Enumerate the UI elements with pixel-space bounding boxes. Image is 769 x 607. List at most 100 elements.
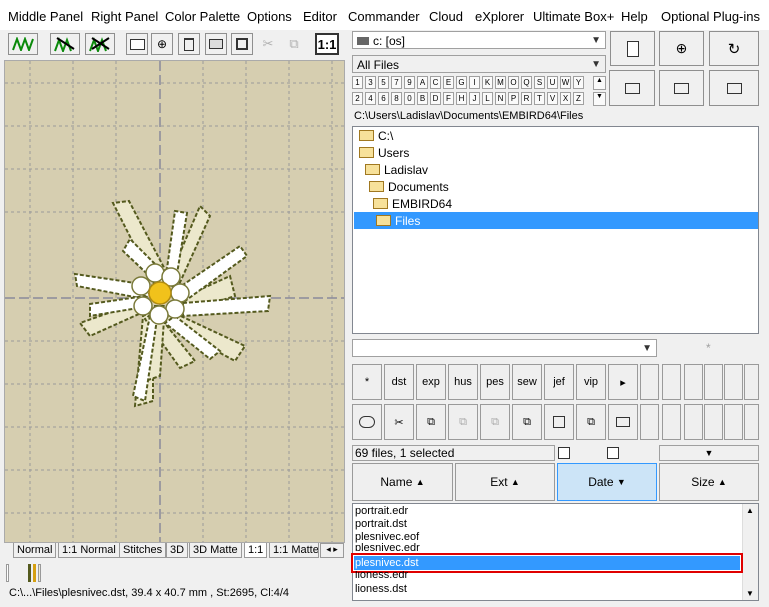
key-x[interactable]: X	[560, 92, 571, 105]
view-mode-button[interactable]	[744, 364, 759, 400]
column-size[interactable]: Size ▲	[659, 463, 759, 501]
key-k[interactable]: K	[482, 76, 493, 89]
tree-item[interactable]: EMBIRD64	[373, 195, 452, 212]
ext-hus-button[interactable]: hus	[448, 364, 478, 400]
drive-select[interactable]: c: [os] ▼	[352, 31, 606, 49]
ext-exp-button[interactable]: exp	[416, 364, 446, 400]
file-list[interactable]	[352, 503, 759, 601]
view-mode-button[interactable]	[744, 404, 759, 440]
key-m[interactable]: M	[495, 76, 506, 89]
design-canvas[interactable]	[4, 60, 345, 543]
paste-button[interactable]: ⧉	[448, 404, 478, 440]
menu-editor[interactable]: Editor	[303, 9, 337, 24]
scroll-up-icon[interactable]: ▲	[746, 506, 754, 515]
key-1[interactable]: 1	[352, 76, 363, 89]
frame-button[interactable]	[231, 33, 253, 55]
key-y[interactable]: Y	[573, 76, 584, 89]
checkbox[interactable]	[558, 447, 570, 459]
file-search-input[interactable]: ▼	[352, 339, 657, 357]
tab-3d[interactable]: 3D	[166, 543, 189, 558]
color-swatch[interactable]	[33, 564, 36, 582]
parent-folder-button[interactable]	[709, 70, 759, 106]
tab-stitches[interactable]: Stitches	[119, 543, 167, 558]
list-item[interactable]: portrait.edr	[355, 505, 408, 517]
color-swatch[interactable]	[28, 564, 31, 582]
ext-dst-button[interactable]: dst	[384, 364, 414, 400]
view-mode-button[interactable]	[724, 364, 743, 400]
key-s[interactable]: S	[534, 76, 545, 89]
move-button[interactable]: ⊕	[151, 33, 173, 55]
view-mode-button[interactable]	[684, 404, 703, 440]
tab-3d-matte[interactable]: 3D Matte	[189, 543, 242, 558]
menu-color-palette[interactable]: Color Palette	[165, 9, 240, 24]
key-a[interactable]: A	[417, 76, 428, 89]
key-d[interactable]: D	[430, 92, 441, 105]
menu-commander[interactable]: Commander	[348, 9, 420, 24]
ext-pes-button[interactable]: pes	[480, 364, 510, 400]
menu-help[interactable]: Help	[621, 9, 648, 24]
copy-file-button[interactable]: ⧉	[416, 404, 446, 440]
rename-button[interactable]	[352, 404, 382, 440]
list-item-selected[interactable]: plesnivec.dst	[354, 556, 740, 570]
key-6[interactable]: 6	[378, 92, 389, 105]
print-file-button[interactable]	[608, 404, 638, 440]
key-9[interactable]: 9	[404, 76, 415, 89]
file-list-scrollbar[interactable]: ▲ ▼	[742, 504, 758, 600]
view-mode-button[interactable]	[640, 404, 659, 440]
view-mode-button[interactable]	[640, 364, 659, 400]
column-ext[interactable]: Ext ▲	[455, 463, 555, 501]
key-w[interactable]: W	[560, 76, 571, 89]
stitch-view-button[interactable]	[8, 33, 38, 55]
open-button[interactable]	[126, 33, 148, 55]
list-item[interactable]: portrait.dst	[355, 518, 407, 530]
folder-tree[interactable]	[352, 126, 759, 334]
new-folder-button[interactable]	[609, 70, 655, 106]
key-g[interactable]: G	[456, 76, 467, 89]
key-q[interactable]: Q	[521, 76, 532, 89]
key-t[interactable]: T	[534, 92, 545, 105]
filter-select[interactable]: All Files ▼	[352, 55, 606, 73]
key-i[interactable]: I	[469, 76, 480, 89]
cut-button[interactable]: ✂	[258, 33, 278, 55]
view-mode-button[interactable]	[662, 404, 681, 440]
color-swatch[interactable]	[6, 564, 9, 582]
menu-ultimate-box[interactable]: Ultimate Box+	[533, 9, 614, 24]
tab-1-1-normal[interactable]: 1:1 Normal	[58, 543, 120, 558]
key-o[interactable]: O	[508, 76, 519, 89]
ext-vip-button[interactable]: vip	[576, 364, 606, 400]
tree-item-selected[interactable]: Files	[354, 212, 758, 229]
refresh-button[interactable]: ↻	[709, 31, 759, 66]
menu-explorer[interactable]: eXplorer	[475, 9, 524, 24]
ext-jef-button[interactable]: jef	[544, 364, 574, 400]
search-button[interactable]: ⊕	[659, 31, 704, 66]
view-mode-button[interactable]	[704, 404, 723, 440]
color-palette-strip[interactable]	[6, 562, 46, 584]
key-0[interactable]: 0	[404, 92, 415, 105]
key-8[interactable]: 8	[391, 92, 402, 105]
tree-item[interactable]: Ladislav	[365, 161, 428, 178]
tree-item[interactable]: C:\	[359, 127, 393, 144]
menu-middle-panel[interactable]: Middle Panel	[8, 9, 83, 24]
folder-button[interactable]	[659, 70, 704, 106]
key-n[interactable]: N	[495, 92, 506, 105]
key-5[interactable]: 5	[378, 76, 389, 89]
cut-stitch-button[interactable]	[50, 33, 80, 55]
key-c[interactable]: C	[430, 76, 441, 89]
view-mode-button[interactable]	[684, 364, 703, 400]
ext-sew-button[interactable]: sew	[512, 364, 542, 400]
export-button[interactable]: ⧉	[576, 404, 606, 440]
key-u[interactable]: U	[547, 76, 558, 89]
menu-right-panel[interactable]: Right Panel	[91, 9, 158, 24]
scroll-down-icon[interactable]: ▼	[746, 589, 754, 598]
ext-more-button[interactable]: ▸	[608, 364, 638, 400]
remove-stitch-button[interactable]	[85, 33, 115, 55]
list-item[interactable]: plesnivec.edr	[355, 542, 420, 551]
delete-button[interactable]	[178, 33, 200, 55]
tree-item[interactable]: Documents	[369, 178, 449, 195]
tree-item[interactable]: Users	[359, 144, 409, 161]
list-item[interactable]: lioness.edr	[355, 571, 408, 581]
key-j[interactable]: J	[469, 92, 480, 105]
print-button[interactable]	[205, 33, 227, 55]
dst-file-button[interactable]	[610, 31, 655, 66]
key-3[interactable]: 3	[365, 76, 376, 89]
